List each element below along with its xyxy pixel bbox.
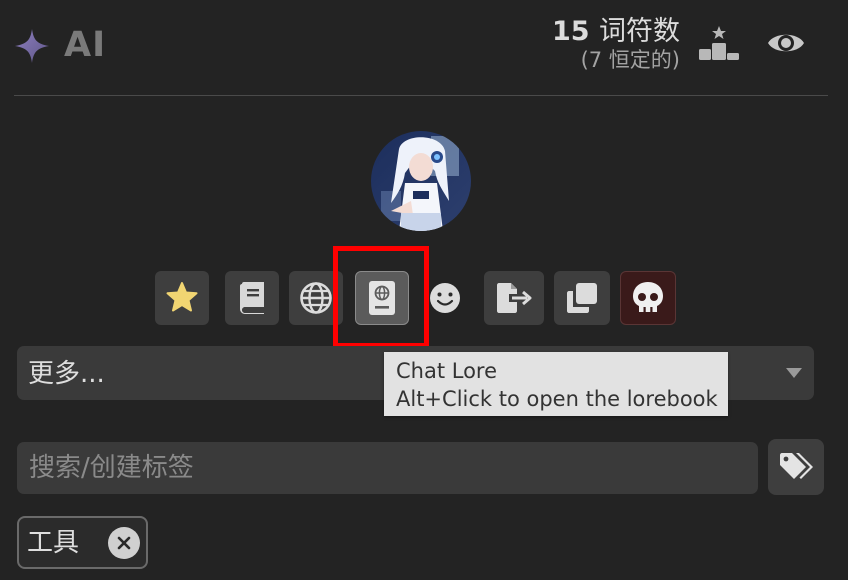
smiley-icon [430, 283, 460, 313]
tag-chip-label: 工具 [27, 528, 80, 558]
close-icon [117, 536, 131, 550]
export-icon [497, 283, 532, 313]
tooltip-title: Chat Lore [396, 359, 498, 383]
character-avatar [371, 131, 471, 231]
character-lore-button[interactable] [225, 271, 279, 325]
skull-icon [633, 282, 663, 312]
globe-icon [300, 282, 332, 314]
tag-remove-button[interactable] [108, 527, 140, 559]
tooltip: Chat Lore Alt+Click to open the lorebook [384, 352, 728, 416]
expressions-button[interactable] [421, 271, 469, 325]
export-button[interactable] [484, 271, 544, 325]
more-options-value: 更多... [28, 359, 105, 389]
favorite-button[interactable] [155, 271, 209, 325]
tag-search-input[interactable] [17, 442, 758, 494]
panel-title: AI [64, 25, 107, 65]
avatar[interactable] [371, 131, 471, 231]
duplicate-button[interactable] [554, 271, 610, 325]
duplicate-icon [567, 283, 597, 313]
token-count: 15 词符数 [552, 16, 680, 48]
token-permanent-count: (7 恒定的) [580, 48, 680, 72]
tags-icon [780, 453, 813, 479]
highlight-box [333, 246, 429, 348]
header-divider [14, 95, 828, 96]
chevron-down-icon [786, 368, 802, 378]
delete-button[interactable] [620, 271, 676, 325]
eye-icon[interactable] [766, 27, 806, 59]
tags-button[interactable] [768, 439, 824, 495]
token-count-unit: 词符数 [599, 16, 680, 47]
podium-icon[interactable] [697, 24, 741, 62]
star-icon [166, 282, 198, 312]
book-icon [240, 282, 264, 314]
sparkle-icon [15, 29, 49, 63]
token-count-value: 15 [552, 16, 590, 47]
tooltip-hint: Alt+Click to open the lorebook [396, 387, 718, 411]
